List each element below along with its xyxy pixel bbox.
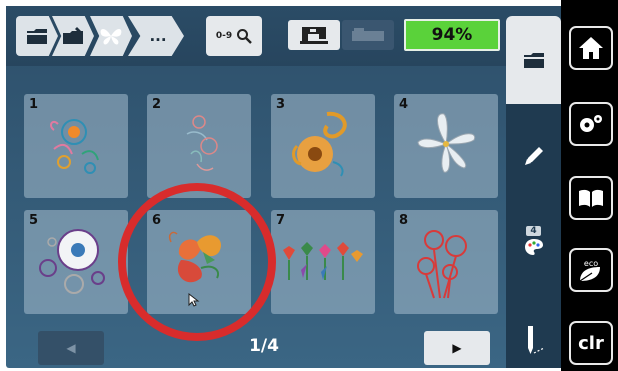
embroidery-module-icon: [352, 28, 384, 41]
breadcrumb-more[interactable]: ...: [128, 16, 184, 56]
embroidery-screen: ... 0-9 94% 4 1 2 3 4 5 6 7 8 ◀ 1/4 ▶: [6, 6, 561, 368]
progress-value: 94%: [431, 25, 473, 45]
page-indicator: 1/4: [249, 336, 279, 356]
color-info-button[interactable]: 4: [506, 226, 561, 256]
eco-button[interactable]: eco: [569, 248, 613, 292]
design-tile[interactable]: 1: [24, 94, 128, 198]
stitch-button[interactable]: [506, 326, 561, 356]
pencil-icon: [524, 147, 543, 165]
design-tile[interactable]: 3: [271, 94, 375, 198]
machine-view-button[interactable]: [288, 20, 340, 50]
color-palette-icon: [524, 239, 543, 255]
settings-icon: [580, 115, 602, 132]
embroidery-module-button[interactable]: [342, 20, 394, 50]
design-tile[interactable]: 8: [394, 210, 498, 314]
butterfly-icon: [100, 29, 122, 45]
design-thumbnail: [292, 111, 347, 177]
hardware-button-column: eco clr: [561, 0, 618, 371]
mouse-cursor-icon: [188, 293, 200, 307]
design-thumbnail: [39, 229, 105, 294]
clear-label: clr: [578, 332, 604, 354]
top-bar: ... 0-9 94%: [6, 6, 561, 104]
progress-indicator: 94%: [404, 19, 500, 51]
eco-icon: eco: [579, 259, 600, 282]
next-page-button[interactable]: ▶: [424, 331, 490, 365]
breadcrumb-motifs[interactable]: [90, 16, 132, 56]
setup-button[interactable]: [569, 102, 613, 146]
breadcrumb-embroidery[interactable]: [52, 16, 94, 56]
design-thumbnail: [168, 231, 221, 283]
design-thumbnail: [186, 115, 218, 171]
needle-icon: [527, 326, 544, 354]
tutorial-book-icon: [579, 189, 603, 207]
design-thumbnail: [283, 242, 363, 280]
design-grid: 1 2 3 4 5 6 7 8: [16, 70, 504, 318]
design-thumbnail: [417, 113, 476, 173]
home-icon: [579, 37, 603, 59]
eco-label: eco: [584, 259, 598, 268]
embroidery-machine-icon: [300, 27, 328, 44]
design-tile[interactable]: 7: [271, 210, 375, 314]
folder-icon: [27, 29, 47, 44]
design-thumbnail: [417, 230, 467, 299]
side-panel: 4: [506, 104, 561, 368]
search-number-label: 0-9: [215, 31, 233, 41]
search-icon: [237, 29, 252, 44]
folder-icon: [523, 53, 544, 68]
folder-embroidery-icon: [63, 27, 83, 44]
design-tile[interactable]: 2: [147, 94, 251, 198]
clear-button[interactable]: clr: [569, 321, 613, 365]
design-thumbnail: [50, 119, 99, 174]
breadcrumb-root[interactable]: [16, 16, 58, 56]
search-number-button[interactable]: 0-9: [206, 16, 262, 56]
tutorial-button[interactable]: [569, 176, 613, 220]
tab-file-manager[interactable]: [506, 16, 561, 104]
chevron-left-icon: ◀: [66, 341, 76, 355]
breadcrumb-more-label: ...: [149, 27, 167, 45]
color-count-badge: 4: [526, 226, 541, 236]
design-tile[interactable]: 4: [394, 94, 498, 198]
edit-button[interactable]: [506, 144, 561, 168]
design-tile[interactable]: 5: [24, 210, 128, 314]
home-button[interactable]: [569, 26, 613, 70]
previous-page-button[interactable]: ◀: [38, 331, 104, 365]
chevron-right-icon: ▶: [452, 341, 462, 355]
